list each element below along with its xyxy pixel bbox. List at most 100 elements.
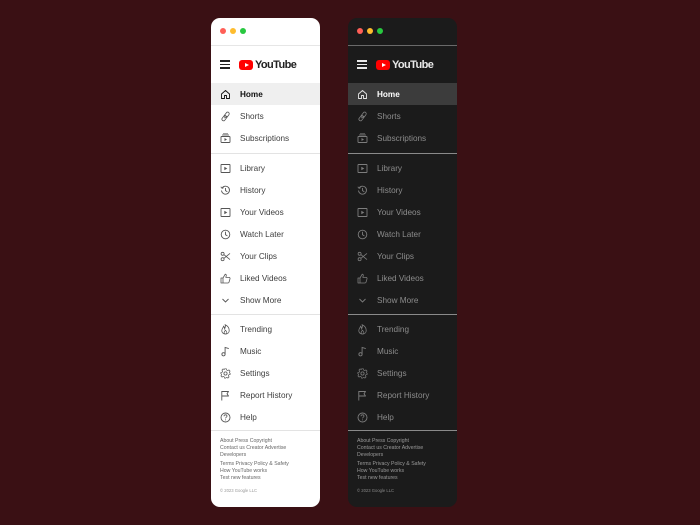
footer-links-5[interactable]: How YouTube works bbox=[357, 468, 448, 475]
sidebar-header: YouTube bbox=[211, 46, 320, 83]
sidebar-item-liked-videos[interactable]: Liked Videos bbox=[348, 267, 457, 289]
sidebar-item-label: History bbox=[240, 185, 266, 195]
sidebar-footer: About Press Copyright Contact us Creator… bbox=[211, 431, 320, 494]
minimize-window-button[interactable] bbox=[230, 28, 236, 34]
sidebar-header: YouTube bbox=[348, 46, 457, 83]
footer-links-2[interactable]: Contact us Creator Advertise bbox=[220, 445, 311, 452]
footer-links-6[interactable]: Test new features bbox=[220, 475, 311, 482]
sidebar-item-library[interactable]: Library bbox=[211, 157, 320, 179]
sidebar-item-home[interactable]: Home bbox=[211, 83, 320, 105]
maximize-window-button[interactable] bbox=[377, 28, 383, 34]
sidebar-item-label: Show More bbox=[240, 295, 282, 305]
thumbs-up-icon bbox=[220, 273, 231, 284]
copyright: © 2023 Google LLC bbox=[220, 488, 258, 493]
sidebar-item-watch-later[interactable]: Watch Later bbox=[348, 223, 457, 245]
sidebar-item-show-more[interactable]: Show More bbox=[348, 289, 457, 311]
sidebar-item-music[interactable]: Music bbox=[211, 340, 320, 362]
sidebar-item-settings[interactable]: Settings bbox=[348, 362, 457, 384]
sidebar-item-label: Shorts bbox=[377, 111, 401, 121]
your-videos-icon bbox=[220, 207, 231, 218]
sidebar-item-label: Music bbox=[377, 346, 399, 356]
sidebar-section-explore: Trending Music Settings Report History H… bbox=[348, 315, 457, 431]
subscriptions-icon bbox=[220, 132, 231, 144]
sidebar-item-your-clips[interactable]: Your Clips bbox=[211, 245, 320, 267]
sidebar-item-your-clips[interactable]: Your Clips bbox=[348, 245, 457, 267]
sidebar-item-library[interactable]: Library bbox=[348, 157, 457, 179]
music-icon bbox=[220, 346, 231, 357]
footer-links-4[interactable]: Terms Privacy Policy & Safety bbox=[357, 461, 448, 468]
flag-icon bbox=[357, 390, 368, 401]
sidebar-item-your-videos[interactable]: Your Videos bbox=[348, 201, 457, 223]
footer-links-4[interactable]: Terms Privacy Policy & Safety bbox=[220, 461, 311, 468]
youtube-logo[interactable]: YouTube bbox=[239, 58, 297, 71]
footer-links-1[interactable]: About Press Copyright bbox=[357, 438, 448, 445]
play-icon bbox=[239, 59, 253, 70]
sidebar-item-label: Shorts bbox=[240, 111, 264, 121]
subscriptions-icon bbox=[357, 132, 368, 144]
menu-icon[interactable] bbox=[357, 60, 367, 69]
menu-icon[interactable] bbox=[220, 60, 230, 69]
sidebar-item-subscriptions[interactable]: Subscriptions bbox=[348, 127, 457, 149]
flag-icon bbox=[220, 390, 231, 401]
thumbs-up-icon bbox=[357, 273, 368, 284]
sidebar-item-label: Settings bbox=[240, 368, 270, 378]
sidebar-item-trending[interactable]: Trending bbox=[211, 318, 320, 340]
music-icon bbox=[357, 346, 368, 357]
sidebar-item-label: Watch Later bbox=[377, 229, 421, 239]
sidebar-item-help[interactable]: Help bbox=[348, 406, 457, 428]
chevron-down-icon bbox=[357, 295, 368, 306]
sidebar-item-label: Subscriptions bbox=[377, 133, 427, 143]
sidebar-item-label: Liked Videos bbox=[240, 273, 287, 283]
trending-icon bbox=[220, 323, 231, 335]
copyright: © 2023 Google LLC bbox=[357, 488, 395, 493]
sidebar-item-report-history[interactable]: Report History bbox=[348, 384, 457, 406]
sidebar-section-you: Library History Your Videos Watch Later … bbox=[211, 154, 320, 315]
close-window-button[interactable] bbox=[220, 28, 226, 34]
library-icon bbox=[357, 163, 368, 174]
watch-later-icon bbox=[220, 229, 231, 240]
sidebar-item-label: Subscriptions bbox=[240, 133, 290, 143]
minimize-window-button[interactable] bbox=[367, 28, 373, 34]
sidebar-item-label: Your Videos bbox=[240, 207, 284, 217]
window-titlebar bbox=[348, 18, 457, 46]
help-icon bbox=[220, 412, 231, 423]
sidebar-item-home[interactable]: Home bbox=[348, 83, 457, 105]
light-theme-sidebar: YouTube Home Shorts Subscriptions Librar… bbox=[211, 18, 320, 507]
sidebar-item-history[interactable]: History bbox=[211, 179, 320, 201]
sidebar-item-shorts[interactable]: Shorts bbox=[348, 105, 457, 127]
sidebar-item-music[interactable]: Music bbox=[348, 340, 457, 362]
sidebar-item-label: Liked Videos bbox=[377, 273, 424, 283]
footer-links-5[interactable]: How YouTube works bbox=[220, 468, 311, 475]
sidebar-item-report-history[interactable]: Report History bbox=[211, 384, 320, 406]
footer-links-3[interactable]: Developers bbox=[220, 452, 311, 459]
sidebar-item-help[interactable]: Help bbox=[211, 406, 320, 428]
footer-links-2[interactable]: Contact us Creator Advertise bbox=[357, 445, 448, 452]
footer-links-1[interactable]: About Press Copyright bbox=[220, 438, 311, 445]
sidebar-item-label: History bbox=[377, 185, 403, 195]
sidebar-item-trending[interactable]: Trending bbox=[348, 318, 457, 340]
sidebar-item-subscriptions[interactable]: Subscriptions bbox=[211, 127, 320, 149]
footer-links-3[interactable]: Developers bbox=[357, 452, 448, 459]
logo-text: YouTube bbox=[255, 58, 297, 71]
sidebar-item-settings[interactable]: Settings bbox=[211, 362, 320, 384]
sidebar-item-watch-later[interactable]: Watch Later bbox=[211, 223, 320, 245]
your-videos-icon bbox=[357, 207, 368, 218]
sidebar-item-show-more[interactable]: Show More bbox=[211, 289, 320, 311]
home-icon bbox=[357, 89, 368, 100]
sidebar-item-shorts[interactable]: Shorts bbox=[211, 105, 320, 127]
sidebar-item-liked-videos[interactable]: Liked Videos bbox=[211, 267, 320, 289]
sidebar-item-label: Music bbox=[240, 346, 262, 356]
close-window-button[interactable] bbox=[357, 28, 363, 34]
maximize-window-button[interactable] bbox=[240, 28, 246, 34]
library-icon bbox=[220, 163, 231, 174]
sidebar-item-label: Watch Later bbox=[240, 229, 284, 239]
youtube-logo[interactable]: YouTube bbox=[376, 59, 434, 71]
sidebar-item-your-videos[interactable]: Your Videos bbox=[211, 201, 320, 223]
sidebar-item-label: Your Clips bbox=[377, 251, 415, 261]
footer-links-6[interactable]: Test new features bbox=[357, 475, 448, 482]
home-icon bbox=[220, 89, 231, 100]
sidebar-item-history[interactable]: History bbox=[348, 179, 457, 201]
gear-icon bbox=[357, 367, 368, 379]
shorts-icon bbox=[220, 111, 231, 122]
help-icon bbox=[357, 412, 368, 423]
